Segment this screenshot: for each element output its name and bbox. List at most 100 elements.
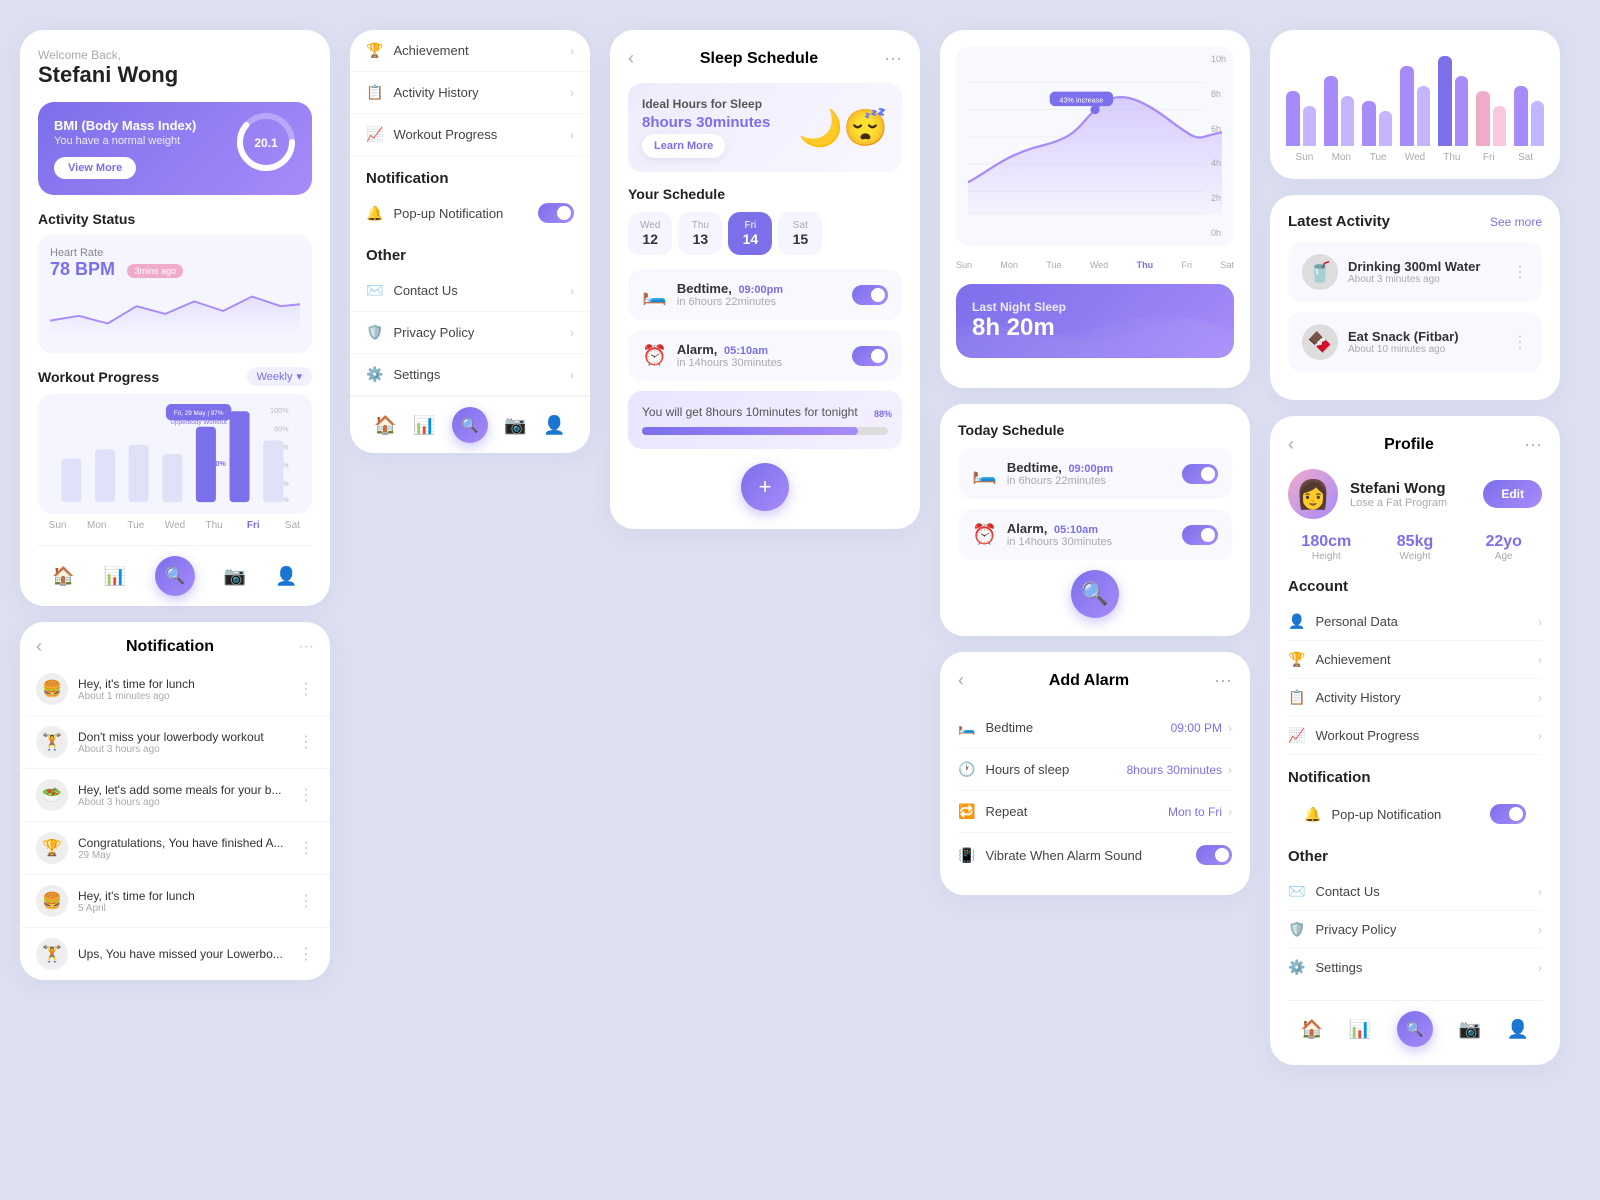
notif-dots-6[interactable]: ⋮ — [298, 944, 314, 964]
profile-back-button[interactable]: ‹ — [1288, 434, 1294, 455]
x-thu: Thu — [1137, 260, 1154, 270]
bar-chart-labels: Sun Mon Tue Wed Thu Fri Sat — [1286, 152, 1544, 163]
notif-dots-1[interactable]: ⋮ — [298, 679, 314, 699]
back-button[interactable]: ‹ — [36, 636, 42, 657]
x-fri: Fri — [1182, 260, 1193, 270]
notif-time-4: 29 May — [78, 850, 298, 861]
day-tab-sat[interactable]: Sat 15 — [778, 212, 822, 255]
profile-activity-item[interactable]: 📋 Activity History › — [1288, 679, 1542, 717]
bmi-card: 20.1 BMI (Body Mass Index) You have a no… — [38, 102, 312, 195]
p-nav-search[interactable]: 🔍 — [1397, 1011, 1433, 1047]
day-tab-thu[interactable]: Thu 13 — [678, 212, 722, 255]
notif-dots-2[interactable]: ⋮ — [298, 732, 314, 752]
see-more-link[interactable]: See more — [1490, 215, 1542, 229]
settings-card: 🏆 Achievement › 📋 Activity History › 📈 W… — [350, 30, 590, 453]
nav-profile-icon[interactable]: 👤 — [275, 566, 297, 587]
p-nav-profile[interactable]: 👤 — [1507, 1019, 1529, 1040]
notif-time-5: 5 April — [78, 903, 298, 914]
nav-chart-icon[interactable]: 📊 — [104, 566, 126, 587]
profile-notification-section: Notification 🔔 Pop-up Notification — [1288, 769, 1542, 834]
profile-achievement-label: Achievement — [1315, 652, 1538, 667]
alarm-back-button[interactable]: ‹ — [958, 670, 964, 691]
notif-time-1: About 1 minutes ago — [78, 691, 298, 702]
p-nav-home[interactable]: 🏠 — [1301, 1019, 1323, 1040]
day-tab-fri[interactable]: Fri 14 — [728, 212, 772, 255]
achievement-item[interactable]: 🏆 Achievement › — [350, 30, 590, 72]
alarm-bedtime-value: 09:00 PM — [1171, 721, 1222, 735]
bar-sat-2 — [1531, 101, 1545, 146]
popup-notif-toggle[interactable] — [538, 203, 574, 223]
sleep-chart-card: 43% increase 10h 8h 6h 4h 2h 0h Sun Mon … — [940, 30, 1250, 388]
day-tabs: Wed 12 Thu 13 Fri 14 Sat 15 — [628, 212, 902, 255]
stat-height: 180cm Height — [1288, 533, 1365, 562]
vibrate-toggle[interactable] — [1196, 845, 1232, 865]
today-alarm-title: Alarm, 05:10am — [1007, 521, 1182, 536]
profile-privacy-label: Privacy Policy — [1315, 922, 1538, 937]
sleep-back-button[interactable]: ‹ — [628, 48, 634, 69]
profile-achievement-item[interactable]: 🏆 Achievement › — [1288, 641, 1542, 679]
privacy-chevron: › — [570, 326, 574, 340]
settings-bottom-nav: 🏠 📊 🔍 📷 👤 — [350, 396, 590, 453]
other-section-header: Other — [350, 233, 590, 270]
activity-more-2[interactable]: ⋮ — [1512, 332, 1528, 352]
contact-us-item[interactable]: ✉️ Contact Us › — [350, 270, 590, 312]
profile-privacy-item[interactable]: 🛡️ Privacy Policy › — [1288, 911, 1542, 949]
view-more-button[interactable]: View More — [54, 157, 136, 179]
shield-icon-p: 🛡️ — [1288, 921, 1305, 938]
svg-text:40%: 40% — [211, 459, 226, 468]
weekly-filter[interactable]: Weekly ▾ — [247, 367, 312, 386]
today-alarm-toggle[interactable] — [1182, 525, 1218, 545]
activity-item-2: 🍫 Eat Snack (Fitbar) About 10 minutes ag… — [1288, 312, 1542, 372]
notif-dots-3[interactable]: ⋮ — [298, 785, 314, 805]
col-sleep-schedule: ‹ Sleep Schedule ··· Ideal Hours for Sle… — [610, 30, 920, 529]
nav-camera-icon[interactable]: 📷 — [224, 566, 246, 587]
s-nav-search[interactable]: 🔍 — [452, 407, 488, 443]
nav-home-icon[interactable]: 🏠 — [52, 566, 74, 587]
privacy-policy-item[interactable]: 🛡️ Privacy Policy › — [350, 312, 590, 354]
s-nav-home[interactable]: 🏠 — [374, 415, 396, 436]
notif-title-1: Hey, it's time for lunch — [78, 677, 298, 691]
today-bedtime-toggle[interactable] — [1182, 464, 1218, 484]
personal-data-item[interactable]: 👤 Personal Data › — [1288, 603, 1542, 641]
more-options-icon[interactable]: ··· — [298, 638, 314, 656]
p-nav-camera[interactable]: 📷 — [1459, 1019, 1481, 1040]
profile-more-button[interactable]: ··· — [1524, 434, 1542, 455]
ideal-sleep-box: Ideal Hours for Sleep 8hours 30minutes L… — [628, 83, 902, 172]
profile-settings-item[interactable]: ⚙️ Settings › — [1288, 949, 1542, 986]
s-nav-chart[interactable]: 📊 — [413, 415, 435, 436]
sleep-more-button[interactable]: ··· — [884, 48, 902, 69]
alarm-bedtime-row: 🛏️ Bedtime 09:00 PM › — [958, 707, 1232, 749]
nav-search-button[interactable]: 🔍 — [155, 556, 195, 596]
activity-avatar-2: 🍫 — [1302, 324, 1338, 360]
alarm-toggle[interactable] — [852, 346, 888, 366]
today-search-button[interactable]: 🔍 — [1071, 570, 1119, 618]
profile-workout-item[interactable]: 📈 Workout Progress › — [1288, 717, 1542, 755]
profile-popup-toggle[interactable] — [1490, 804, 1526, 824]
activity-history-item[interactable]: 📋 Activity History › — [350, 72, 590, 114]
s-nav-camera[interactable]: 📷 — [504, 415, 526, 436]
alarm-more-button[interactable]: ··· — [1214, 670, 1232, 691]
bedtime-toggle[interactable] — [852, 285, 888, 305]
bedtime-schedule-item: 🛏️ Bedtime, 09:00pm in 6hours 22minutes — [628, 269, 902, 320]
learn-more-button[interactable]: Learn More — [642, 134, 725, 158]
add-button[interactable]: + — [741, 463, 789, 511]
notif-dots-4[interactable]: ⋮ — [298, 838, 314, 858]
workout-chart: 100% 80% 60% 40% 20% 0% — [38, 394, 312, 514]
notif-dots-5[interactable]: ⋮ — [298, 891, 314, 911]
edit-profile-button[interactable]: Edit — [1483, 480, 1542, 508]
day-tab-wed[interactable]: Wed 12 — [628, 212, 672, 255]
your-schedule-section: Your Schedule Wed 12 Thu 13 Fri 14 — [628, 186, 902, 511]
settings-item[interactable]: ⚙️ Settings › — [350, 354, 590, 396]
activity-more-1[interactable]: ⋮ — [1512, 262, 1528, 282]
settings-label: Settings — [393, 367, 570, 382]
notif-item-5: 🍔 Hey, it's time for lunch 5 April ⋮ — [20, 875, 330, 928]
workout-progress-item[interactable]: 📈 Workout Progress › — [350, 114, 590, 156]
notif-title-2: Don't miss your lowerbody workout — [78, 730, 298, 744]
s-nav-profile[interactable]: 👤 — [543, 415, 565, 436]
profile-contact-item[interactable]: ✉️ Contact Us › — [1288, 873, 1542, 911]
today-bedtime-time: 09:00pm — [1068, 463, 1113, 475]
bar-chart-card: Sun Mon Tue Wed Thu Fri Sat — [1270, 30, 1560, 179]
p-nav-chart[interactable]: 📊 — [1349, 1019, 1371, 1040]
svg-text:80%: 80% — [274, 424, 289, 433]
bar-group-mon — [1324, 76, 1354, 146]
